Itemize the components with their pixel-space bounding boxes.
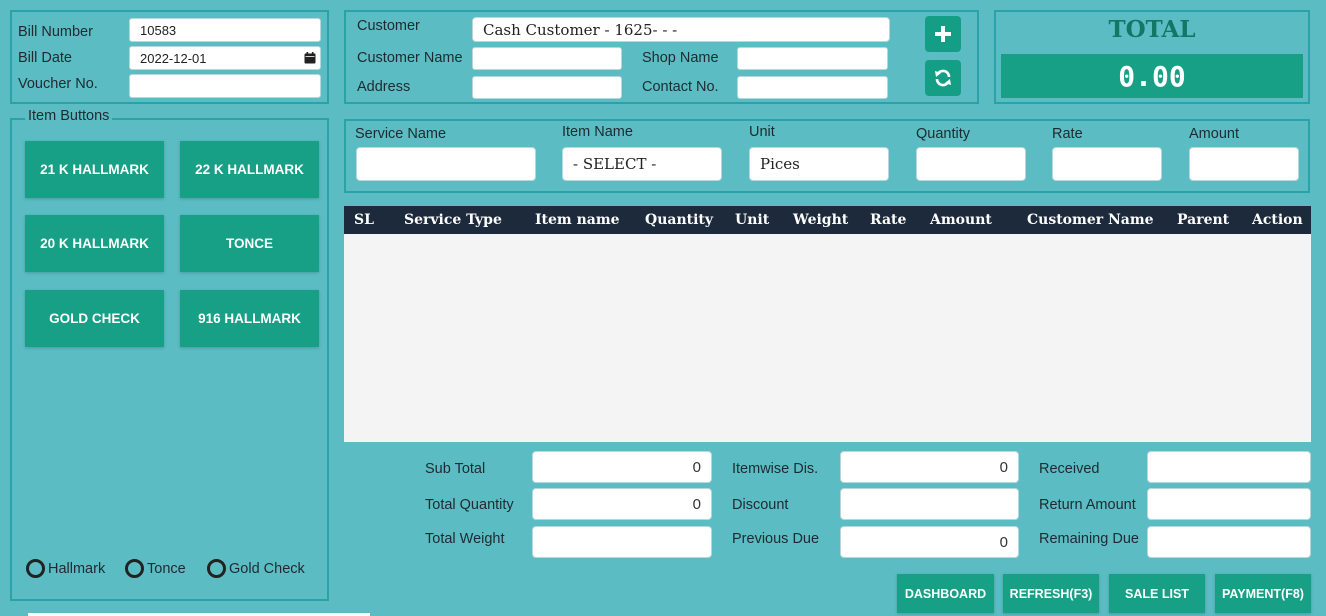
- address-input[interactable]: [472, 76, 622, 99]
- radio-gold-check-label: Gold Check: [229, 560, 305, 577]
- address-label: Address: [357, 79, 411, 95]
- radio-hallmark-label: Hallmark: [48, 560, 106, 577]
- col-sl: SL: [354, 212, 374, 228]
- tonce-button[interactable]: TONCE: [180, 215, 319, 272]
- dashboard-button[interactable]: DASHBOARD: [897, 574, 994, 613]
- item-buttons-legend: Item Buttons: [25, 108, 113, 124]
- bill-number-label: Bill Number: [18, 24, 93, 40]
- col-parent: Parent: [1177, 212, 1230, 228]
- total-quantity-label: Total Quantity: [425, 497, 514, 513]
- col-rate: Rate: [870, 212, 907, 228]
- shop-name-label: Shop Name: [642, 50, 719, 66]
- service-name-input[interactable]: [356, 147, 536, 181]
- 20k-hallmark-button[interactable]: 20 K HALLMARK: [25, 215, 164, 272]
- sale-list-button[interactable]: SALE LIST: [1109, 574, 1205, 613]
- plus-icon: [935, 26, 951, 42]
- refresh-button[interactable]: REFRESH(F3): [1003, 574, 1099, 613]
- quantity-input[interactable]: [916, 147, 1026, 181]
- bill-date-input[interactable]: [129, 46, 321, 70]
- total-quantity-input[interactable]: [532, 488, 712, 520]
- unit-label: Unit: [749, 124, 775, 140]
- radio-circle[interactable]: [207, 559, 226, 578]
- voucher-label: Voucher No.: [18, 76, 98, 92]
- total-value: 0.00: [1001, 54, 1303, 98]
- payment-button[interactable]: PAYMENT(F8): [1215, 574, 1311, 613]
- add-customer-button[interactable]: [925, 16, 961, 52]
- itemwise-dis-input[interactable]: [840, 451, 1019, 483]
- 21k-hallmark-button[interactable]: 21 K HALLMARK: [25, 141, 164, 198]
- rate-label: Rate: [1052, 126, 1083, 142]
- col-customer-name: Customer Name: [1027, 212, 1154, 228]
- itemwise-dis-label: Itemwise Dis.: [732, 461, 819, 477]
- unit-input[interactable]: [749, 147, 889, 181]
- remaining-due-input[interactable]: [1147, 526, 1311, 558]
- col-amount: Amount: [930, 212, 992, 228]
- total-weight-label: Total Weight: [425, 531, 505, 547]
- col-unit: Unit: [735, 212, 770, 228]
- discount-label: Discount: [732, 497, 789, 513]
- radio-tonce[interactable]: Tonce: [125, 559, 186, 578]
- col-action: Action: [1252, 212, 1303, 228]
- items-table-body: [344, 234, 1311, 442]
- bill-date-label: Bill Date: [18, 50, 72, 66]
- customer-name-label: Customer Name: [357, 50, 463, 66]
- service-name-label: Service Name: [355, 126, 447, 142]
- return-amount-label: Return Amount: [1039, 497, 1136, 513]
- gold-check-button[interactable]: GOLD CHECK: [25, 290, 164, 347]
- bill-number-input[interactable]: [129, 18, 321, 42]
- customer-select[interactable]: [472, 17, 890, 42]
- col-quantity: Quantity: [645, 212, 714, 228]
- item-name-label: Item Name: [562, 124, 633, 140]
- total-weight-input[interactable]: [532, 526, 712, 558]
- items-table-header: SL Service Type Item name Quantity Unit …: [344, 206, 1311, 234]
- radio-gold-check[interactable]: Gold Check: [207, 559, 305, 578]
- amount-input[interactable]: [1189, 147, 1299, 181]
- col-service-type: Service Type: [404, 212, 502, 228]
- customer-label: Customer: [357, 18, 420, 34]
- received-label: Received: [1039, 461, 1100, 477]
- received-input[interactable]: [1147, 451, 1311, 483]
- previous-due-label: Previous Due: [732, 531, 820, 547]
- sub-total-input[interactable]: [532, 451, 712, 483]
- contact-label: Contact No.: [642, 79, 719, 95]
- contact-input[interactable]: [737, 76, 888, 99]
- quantity-label: Quantity: [916, 126, 970, 142]
- remaining-due-label: Remaining Due: [1039, 531, 1139, 547]
- calendar-icon[interactable]: [304, 52, 316, 64]
- col-weight: Weight: [793, 212, 849, 228]
- 22k-hallmark-button[interactable]: 22 K HALLMARK: [180, 141, 319, 198]
- voucher-input[interactable]: [129, 74, 321, 98]
- radio-circle[interactable]: [26, 559, 45, 578]
- discount-input[interactable]: [840, 488, 1019, 520]
- amount-label: Amount: [1189, 126, 1239, 142]
- previous-due-input[interactable]: [840, 526, 1019, 558]
- radio-circle[interactable]: [125, 559, 144, 578]
- col-item-name: Item name: [535, 212, 620, 228]
- item-name-select[interactable]: [562, 147, 722, 181]
- sub-total-label: Sub Total: [425, 461, 486, 477]
- refresh-icon: [935, 69, 951, 87]
- 916-hallmark-button[interactable]: 916 HALLMARK: [180, 290, 319, 347]
- return-amount-input[interactable]: [1147, 488, 1311, 520]
- radio-hallmark[interactable]: Hallmark: [26, 559, 105, 578]
- total-title: TOTAL: [1108, 16, 1196, 43]
- radio-tonce-label: Tonce: [147, 560, 186, 577]
- refresh-customer-button[interactable]: [925, 60, 961, 96]
- shop-name-input[interactable]: [737, 47, 888, 70]
- customer-name-input[interactable]: [472, 47, 622, 70]
- rate-input[interactable]: [1052, 147, 1162, 181]
